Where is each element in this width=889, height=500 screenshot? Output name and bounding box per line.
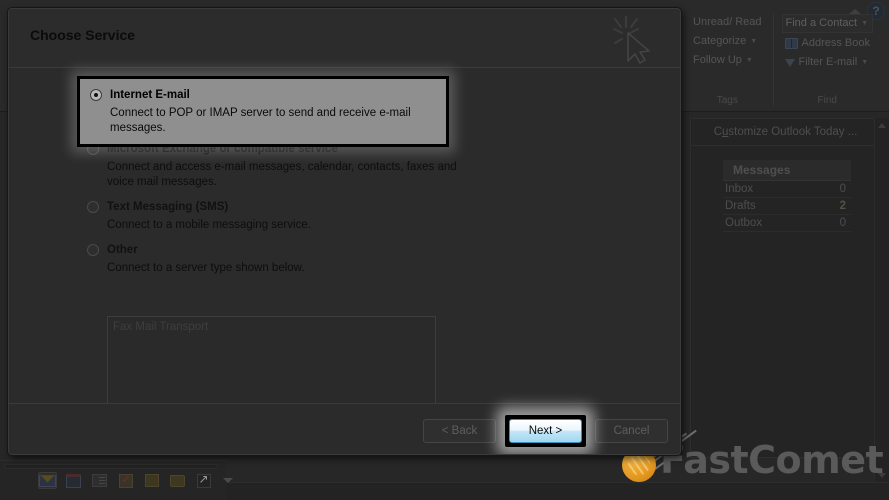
service-option-description: Connect and access e-mail messages, cale… [107, 161, 457, 188]
ribbon-item-label: Unread/ Read [693, 16, 762, 28]
server-type-listbox[interactable]: Fax Mail Transport [107, 316, 436, 415]
customize-suffix: stomize Outlook Today ... [728, 126, 858, 138]
click-pointer-icon [606, 13, 662, 65]
nav-button-contacts[interactable] [90, 472, 109, 489]
status-strip [226, 482, 889, 500]
shortcuts-icon [196, 472, 211, 488]
list-item[interactable]: Drafts 2 [723, 198, 851, 215]
chevron-down-icon: ▼ [861, 20, 868, 27]
customize-prefix: C [713, 126, 722, 138]
dialog-header: Choose Service [9, 9, 680, 68]
next-button-highlight: Next > [505, 415, 586, 447]
chevron-down-icon: ▼ [750, 38, 758, 45]
service-option-internet-email[interactable]: Internet E-mail Connect to POP or IMAP s… [77, 76, 449, 147]
ribbon-item-label: Follow Up [693, 54, 742, 66]
ribbon-item-unread-read[interactable]: Unread/ Read [690, 14, 765, 31]
ribbon-item-follow-up[interactable]: Follow Up ▼ [690, 52, 765, 69]
nav-button-folder-list[interactable] [168, 472, 187, 489]
chevron-down-icon: ▼ [861, 59, 869, 66]
folder-name: Inbox [725, 183, 754, 195]
service-option-other[interactable]: Other Connect to a server type shown bel… [87, 241, 467, 276]
mail-icon [39, 474, 56, 487]
nav-button-shortcuts[interactable] [194, 472, 213, 489]
ribbon-item-find-a-contact[interactable]: Find a Contact ▼ [781, 14, 873, 33]
service-option-label: Text Messaging (SMS) [107, 201, 229, 213]
scroll-down-icon[interactable] [878, 473, 886, 478]
radio-other[interactable] [87, 244, 99, 256]
nav-button-notes[interactable] [142, 472, 161, 489]
ribbon-item-categorize[interactable]: Categorize ▼ [690, 33, 765, 50]
radio-text-messaging[interactable] [87, 201, 99, 213]
folder-count: 0 [839, 217, 846, 229]
nav-button-tasks[interactable] [116, 472, 135, 489]
ribbon-item-address-book[interactable]: Address Book [782, 35, 873, 52]
folder-name: Outbox [725, 217, 763, 229]
list-item[interactable]: Outbox 0 [723, 215, 851, 232]
tasks-icon [118, 473, 133, 488]
address-book-icon [784, 38, 798, 49]
ribbon-group-label-find: Find [817, 95, 837, 106]
folder-count: 2 [839, 200, 846, 212]
dialog-buttons: < Back Next > Cancel [423, 415, 668, 447]
ribbon-group-tags: Unread/ Read Categorize ▼ Follow Up ▼ Ta… [682, 14, 774, 106]
messages-section: Messages Inbox 0 Drafts 2 Outbox 0 [723, 160, 851, 232]
calendar-icon [66, 473, 81, 488]
service-options-list: Internet E-mail Connect to POP or IMAP s… [77, 76, 467, 284]
messages-title: Messages [723, 160, 851, 181]
navigation-icons [38, 472, 233, 489]
service-option-label: Internet E-mail [110, 89, 190, 101]
folder-count: 0 [839, 183, 846, 195]
radio-internet-email[interactable] [90, 89, 102, 101]
service-option-exchange[interactable]: Microsoft Exchange or compatible service… [87, 140, 467, 190]
contacts-icon [92, 474, 107, 487]
navigation-pane-splitter[interactable] [4, 464, 218, 469]
nav-button-mail[interactable] [38, 472, 57, 489]
ribbon-item-label: Find a Contact [785, 17, 858, 29]
next-button[interactable]: Next > [509, 419, 582, 443]
chevron-up-icon[interactable] [849, 8, 861, 14]
ribbon-group-label-tags: Tags [716, 95, 738, 106]
ribbon-item-filter-email[interactable]: Filter E-mail ▼ [782, 54, 873, 71]
back-button[interactable]: < Back [423, 419, 496, 443]
notes-icon [144, 474, 159, 487]
chevron-down-icon[interactable] [223, 478, 233, 483]
list-item[interactable]: Inbox 0 [723, 181, 851, 198]
folder-list-icon [170, 474, 185, 487]
ribbon-item-label: Address Book [801, 37, 870, 49]
list-item[interactable]: Fax Mail Transport [108, 317, 435, 333]
service-option-description: Connect to a mobile messaging service. [107, 219, 311, 231]
outlook-today-panel: Customize Outlook Today ... Messages Inb… [690, 118, 880, 458]
scroll-up-icon[interactable] [878, 123, 886, 128]
ribbon-groups: Unread/ Read Categorize ▼ Follow Up ▼ Ta… [682, 14, 881, 110]
nav-button-calendar[interactable] [64, 472, 83, 489]
folder-name: Drafts [725, 200, 756, 212]
dialog-footer: < Back Next > Cancel [9, 403, 680, 453]
ribbon-item-label: Categorize [693, 35, 747, 47]
screen: ? Unread/ Read Categorize ▼ Follow Up ▼ … [0, 0, 889, 500]
vertical-scrollbar[interactable] [874, 118, 889, 500]
page-title: Choose Service [30, 27, 136, 43]
service-option-sms[interactable]: Text Messaging (SMS) Connect to a mobile… [87, 198, 467, 233]
dialog-body: Internet E-mail Connect to POP or IMAP s… [9, 68, 680, 415]
cancel-button[interactable]: Cancel [595, 419, 668, 443]
service-option-description: Connect to a server type shown below. [107, 262, 305, 274]
customize-outlook-today-link[interactable]: Customize Outlook Today ... [691, 119, 880, 146]
chevron-down-icon: ▼ [745, 57, 753, 64]
service-option-label: Other [107, 244, 138, 256]
navigation-bar [0, 460, 233, 500]
funnel-icon [784, 58, 795, 67]
choose-service-dialog: Choose Service Internet E-mail Connect t… [8, 8, 681, 455]
service-option-description: Connect to POP or IMAP server to send an… [110, 107, 411, 134]
ribbon-item-label: Filter E-mail [798, 56, 858, 68]
ribbon-group-find: Find a Contact ▼ Address Book Filter E-m… [774, 14, 881, 106]
